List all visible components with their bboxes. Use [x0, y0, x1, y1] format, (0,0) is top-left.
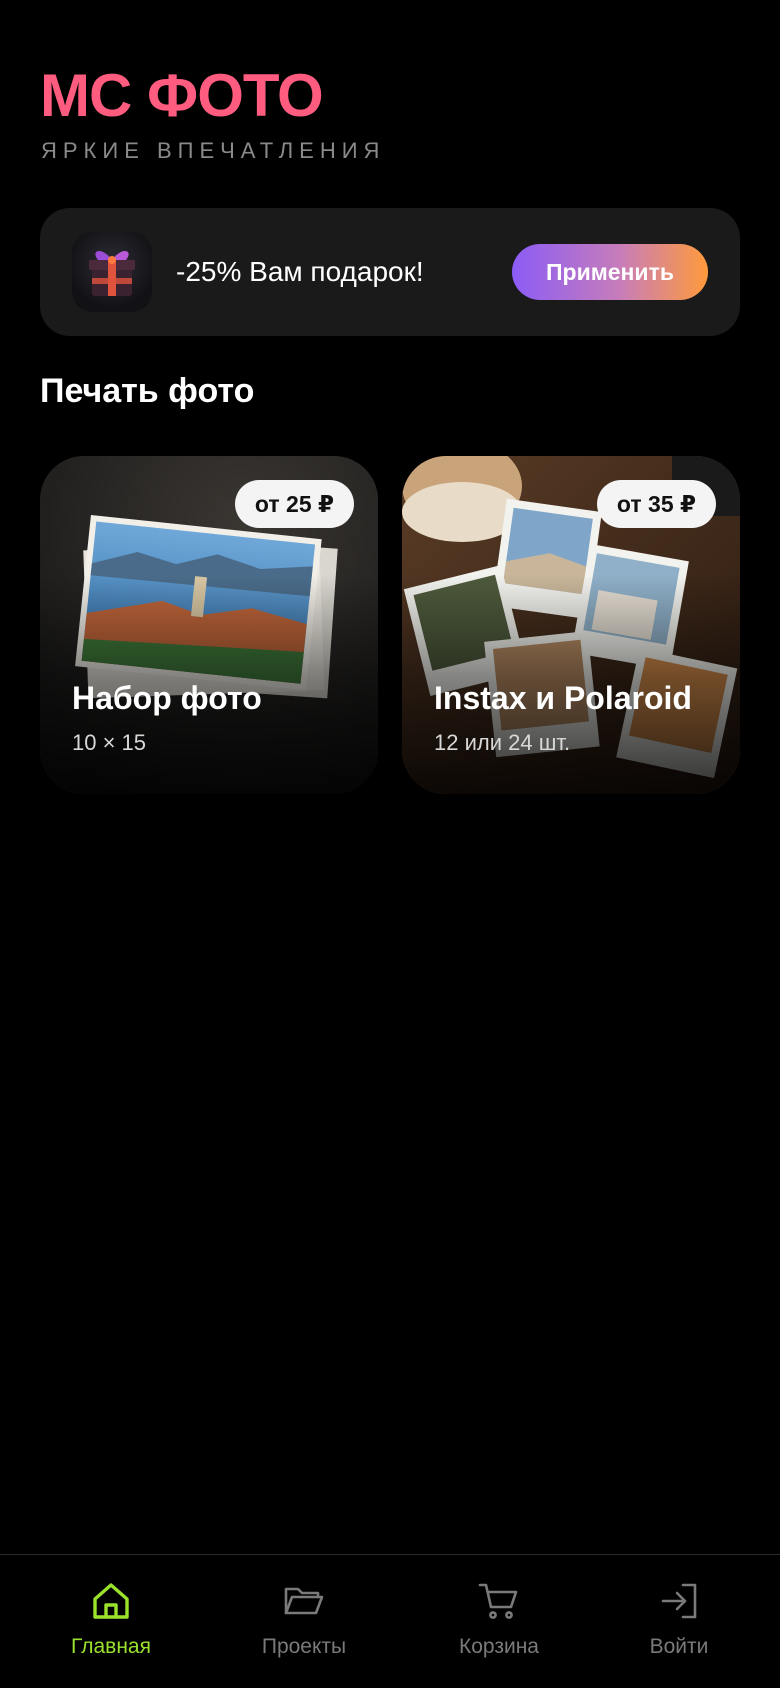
nav-label: Войти	[649, 1635, 709, 1658]
nav-label: Главная	[71, 1635, 151, 1658]
home-screen: МС ФОТО ЯРКИЕ ВПЕЧАТЛЕНИЯ -25% Вам подар…	[0, 0, 780, 1688]
nav-item-cart[interactable]: Корзина	[414, 1579, 584, 1669]
promo-banner[interactable]: -25% Вам подарок! Применить	[40, 208, 740, 336]
home-icon	[93, 1583, 129, 1619]
nav-item-login[interactable]: Войти	[594, 1579, 764, 1669]
product-card-photo-set[interactable]: от 25 ₽ Набор фото 10 × 15	[40, 456, 378, 794]
apply-promo-button[interactable]: Применить	[512, 244, 708, 300]
nav-item-home[interactable]: Главная	[26, 1579, 196, 1669]
nav-item-projects[interactable]: Проекты	[219, 1579, 389, 1669]
price-badge: от 35 ₽	[596, 480, 716, 528]
product-card-instax[interactable]: от 35 ₽ Instax и Polaroid 12 или 24 шт.	[402, 456, 740, 794]
cart-icon	[478, 1583, 518, 1619]
brand-logo: МС ФОТО	[40, 62, 324, 129]
card-title: Набор фото	[72, 680, 262, 716]
card-subtitle: 10 × 15	[72, 730, 147, 755]
brand-tagline: ЯРКИЕ ВПЕЧАТЛЕНИЯ	[41, 138, 386, 163]
folder-icon	[284, 1587, 324, 1615]
price-badge: от 25 ₽	[234, 480, 354, 528]
nav-label: Проекты	[261, 1635, 347, 1658]
section-title-print: Печать фото	[40, 372, 255, 410]
nav-label: Корзина	[459, 1635, 539, 1658]
login-icon	[661, 1583, 697, 1619]
card-subtitle: 12 или 24 шт.	[434, 730, 571, 755]
gift-icon	[72, 232, 152, 312]
card-title: Instax и Polaroid	[434, 680, 692, 716]
bottom-nav: Главная Проекты Корзина Войти	[0, 1554, 780, 1688]
promo-text: -25% Вам подарок!	[176, 256, 424, 287]
